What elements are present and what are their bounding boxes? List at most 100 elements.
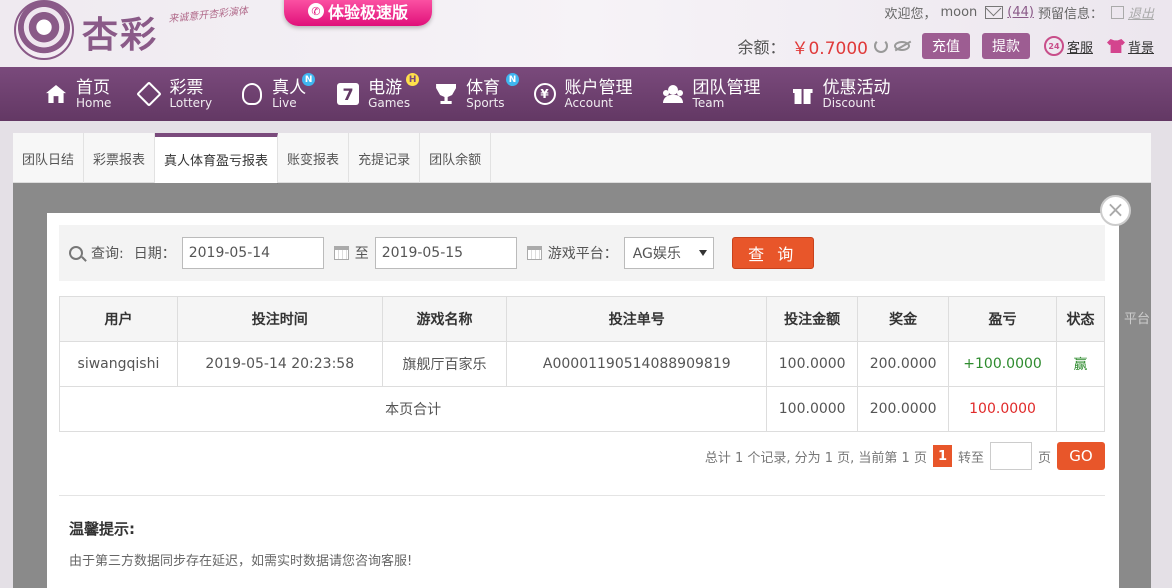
- column-header: 奖金: [857, 296, 950, 342]
- summary-profit: 100.0000: [948, 386, 1058, 432]
- cell-profit: +100.0000: [948, 341, 1058, 387]
- nav-item-discount[interactable]: 优惠活动 Discount: [773, 67, 903, 121]
- refresh-icon[interactable]: [873, 39, 888, 53]
- nav-label: 团队管理: [692, 77, 761, 98]
- nav-sublabel: Account: [564, 95, 613, 110]
- nav-sublabel: Discount: [822, 95, 876, 110]
- summary-empty: [1056, 386, 1105, 432]
- nav-item-account[interactable]: ¥ 账户管理 Account: [517, 67, 645, 121]
- column-header: 用户: [59, 296, 178, 342]
- tip-title: 温馨提示:: [69, 520, 135, 538]
- platform-select-value: AG娱乐: [632, 246, 681, 262]
- cell-game-name: 旗舰厅百家乐: [381, 341, 508, 387]
- divider: [59, 495, 1105, 496]
- username: moon: [940, 5, 978, 20]
- nav-label: 体育: [466, 77, 501, 98]
- promo-fast-version-button[interactable]: ✆ 体验极速版: [284, 0, 432, 26]
- edit-icon[interactable]: [1110, 6, 1124, 19]
- column-header: 投注金额: [766, 296, 859, 342]
- nav-item-live[interactable]: 真人 Live N: [224, 67, 318, 121]
- shirt-icon: [1106, 39, 1125, 53]
- nav-sublabel: Sports: [466, 95, 505, 110]
- hide-balance-icon[interactable]: [893, 41, 910, 51]
- tab-account-change[interactable]: 账变报表: [278, 133, 350, 183]
- recharge-button[interactable]: 充值: [921, 33, 970, 59]
- platform-select[interactable]: AG娱乐: [623, 237, 714, 269]
- mail-icon[interactable]: [985, 6, 1004, 19]
- goto-page-input[interactable]: [989, 442, 1032, 470]
- tab-team-balance[interactable]: 团队余额: [420, 133, 492, 183]
- pagination: 总计 1 个记录, 分为 1 页, 当前第 1 页 1 转至 页 GO: [705, 442, 1105, 470]
- logo-icon[interactable]: [14, 0, 74, 60]
- close-icon: ×: [1106, 197, 1125, 223]
- start-date-input[interactable]: [181, 237, 324, 269]
- cell-prize: 200.0000: [857, 341, 950, 387]
- nav-item-games[interactable]: 7 电游 Games H: [318, 67, 422, 121]
- headset-icon: 24: [1043, 36, 1064, 56]
- phone-icon: ✆: [307, 3, 324, 19]
- close-modal-button[interactable]: ×: [1100, 195, 1131, 226]
- background-label: 背景: [1127, 40, 1154, 56]
- welcome-label: 欢迎您，: [884, 7, 937, 22]
- new-badge: N: [302, 73, 316, 86]
- lottery-icon: [136, 81, 163, 107]
- date-label: 日期：: [133, 246, 176, 262]
- column-header: 状态: [1056, 296, 1105, 342]
- tab-lottery-report[interactable]: 彩票报表: [84, 133, 156, 183]
- logo-text[interactable]: 杏彩: [82, 6, 158, 58]
- go-button[interactable]: GO: [1057, 442, 1105, 470]
- cell-bet-amount: 100.0000: [766, 341, 859, 387]
- platform-label: 游戏平台：: [547, 246, 618, 262]
- top-header: 杏彩 来诚意开杏彩演体 ✆ 体验极速版 欢迎您， moon (44) 预留信息：…: [0, 0, 1172, 67]
- goto-label: 转至: [957, 450, 984, 466]
- column-header: 投注时间: [176, 296, 383, 342]
- logout-link[interactable]: 退出: [1128, 3, 1154, 22]
- nav-item-lottery[interactable]: 彩票 Lottery: [123, 67, 224, 121]
- query-button[interactable]: 查 询: [731, 237, 814, 269]
- table-row: siwangqishi 2019-05-14 20:23:58 旗舰厅百家乐 A…: [59, 341, 1105, 387]
- summary-label: 本页合计: [58, 386, 768, 432]
- to-label: 至: [354, 246, 369, 262]
- current-page[interactable]: 1: [932, 445, 952, 467]
- balance-row: 余额： ￥0.7000 充值 提款 24 客服 背景: [737, 33, 1154, 59]
- summary-row: 本页合计 100.0000 200.0000 100.0000: [58, 386, 1105, 432]
- tab-deposit-withdraw[interactable]: 充提记录: [349, 133, 421, 183]
- tab-team-daily[interactable]: 团队日结: [13, 133, 85, 183]
- nav-sublabel: Lottery: [169, 95, 213, 110]
- nav-label: 优惠活动: [822, 77, 891, 98]
- logo-slogan: 来诚意开杏彩演体: [167, 5, 249, 26]
- pagination-summary: 总计 1 个记录, 分为 1 页, 当前第 1 页: [704, 450, 927, 466]
- balance-value: ￥0.7000: [791, 38, 868, 59]
- user-info-row: 欢迎您， moon (44) 预留信息： 退出: [884, 3, 1154, 22]
- search-icon: [69, 246, 83, 260]
- bet-detail-modal: 查询: 日期： 至 游戏平台： AG娱乐 查 询 用户 投注时间 游戏名称 投注…: [47, 213, 1119, 588]
- live-icon: [240, 82, 264, 106]
- summary-bet-amount: 100.0000: [766, 386, 859, 432]
- tab-live-sports-report[interactable]: 真人体育盈亏报表: [155, 133, 279, 184]
- table-header-row: 用户 投注时间 游戏名称 投注单号 投注金额 奖金 盈亏 状态: [59, 296, 1105, 342]
- end-date-input[interactable]: [374, 237, 517, 269]
- nav-item-home[interactable]: 首页 Home: [32, 67, 123, 121]
- mail-count-link[interactable]: (44): [1007, 5, 1034, 20]
- customer-service-label: 客服: [1066, 40, 1093, 56]
- calendar-icon[interactable]: [333, 246, 349, 260]
- withdraw-button[interactable]: 提款: [981, 33, 1030, 59]
- column-header: 投注单号: [506, 296, 768, 342]
- cell-user: siwangqishi: [59, 341, 178, 387]
- nav-sublabel: Live: [272, 95, 297, 110]
- nav-item-sports[interactable]: 体育 Sports N: [422, 67, 520, 121]
- nav-label: 首页: [76, 77, 110, 98]
- nav-item-team[interactable]: 团队管理 Team: [645, 67, 773, 121]
- background-link[interactable]: 背景: [1106, 37, 1154, 56]
- customer-service-link[interactable]: 24 客服: [1043, 36, 1093, 56]
- promo-label: 体验极速版: [327, 3, 408, 22]
- calendar-icon[interactable]: [526, 246, 542, 260]
- query-bar: 查询: 日期： 至 游戏平台： AG娱乐 查 询: [59, 225, 1105, 281]
- games-icon: 7: [336, 82, 360, 106]
- hot-badge: H: [406, 73, 420, 86]
- bet-report-table: 用户 投注时间 游戏名称 投注单号 投注金额 奖金 盈亏 状态 siwangqi…: [58, 296, 1105, 432]
- cell-status: 赢: [1056, 341, 1105, 387]
- nav-sublabel: Home: [76, 95, 112, 110]
- column-header: 盈亏: [948, 296, 1058, 342]
- cell-bet-id: A00001190514088909819: [506, 341, 768, 387]
